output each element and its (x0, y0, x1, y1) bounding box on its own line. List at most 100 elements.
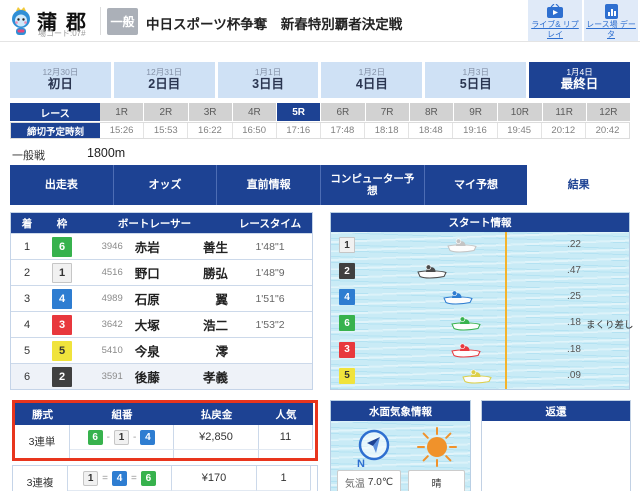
race-tab[interactable]: 6R (321, 103, 365, 121)
start-row: 2 .47 (331, 258, 629, 284)
lane-badge: 6 (339, 315, 355, 331)
tv-play-icon (546, 4, 564, 19)
lane-badge: 2 (339, 263, 355, 279)
deadline-time: 16:22 (188, 123, 232, 138)
boat-icon (442, 289, 474, 306)
race-data-label: レース場 データ (584, 20, 638, 39)
date-tab-date: 1月1日 (255, 67, 281, 77)
payout-amount: ¥170 (172, 466, 257, 490)
weather-condition: 晴 (432, 475, 442, 490)
temperature-value: 7.0℃ (368, 477, 393, 488)
start-row: 6 .18 まくり差し (331, 310, 629, 336)
tab-odds[interactable]: オッズ (113, 165, 217, 205)
combo-cell: 1 = 4 = 6 (68, 466, 172, 490)
sun-icon (415, 425, 459, 469)
racer-reg-no: 4989 (91, 293, 123, 304)
payout-highlighted-section: 勝式 組番 払戻金 人気 3連単 6 - 1 - 4 ¥2,850 11 (12, 400, 318, 461)
deadline-time: 15:26 (100, 123, 144, 138)
date-tab-day: 4日目 (356, 77, 388, 93)
lane-badge: 5 (52, 341, 72, 361)
col-header-rank: 着 (11, 213, 43, 233)
date-tab[interactable]: 1月1日 3日目 (218, 62, 319, 98)
date-tab-day: 5日目 (460, 77, 492, 93)
result-rank: 3 (11, 293, 43, 305)
race-tab[interactable]: 7R (366, 103, 410, 121)
lane-badge: 3 (339, 342, 355, 358)
refund-title: 返還 (482, 401, 630, 421)
deadline-time: 19:45 (498, 123, 542, 138)
race-tab[interactable]: 4R (233, 103, 277, 121)
race-tab[interactable]: 10R (498, 103, 542, 121)
venue-mascot-icon (8, 5, 34, 37)
payout-amount: ¥2,850 (174, 425, 259, 449)
st-time: .47 (556, 265, 592, 276)
venue-code: 場コード:07# (38, 28, 86, 39)
tab-computer-prediction[interactable]: コンピューター予想 (320, 165, 424, 205)
date-tab[interactable]: 12月31日 2日目 (114, 62, 215, 98)
race-tab-active[interactable]: 5R (277, 103, 321, 121)
tab-racecard[interactable]: 出走表 (10, 165, 113, 205)
temperature-box: 気温 7.0℃ (337, 470, 401, 491)
combo-badge: 6 (88, 430, 103, 445)
st-time: .22 (556, 239, 592, 250)
combo-separator: = (131, 473, 137, 484)
boat-icon (461, 368, 493, 385)
racer-reg-no: 3642 (91, 319, 123, 330)
tab-my-prediction[interactable]: マイ予想 (424, 165, 528, 205)
tab-results-active[interactable]: 結果 (527, 165, 630, 205)
race-tab[interactable]: 11R (543, 103, 587, 121)
race-title: 中日スポーツ杯争奪 新春特別覇者決定戦 (146, 13, 402, 33)
payout-col-bettype: 勝式 (15, 403, 70, 425)
race-tab[interactable]: 2R (144, 103, 188, 121)
race-tab[interactable]: 8R (410, 103, 454, 121)
start-info-body: 1 .22 2 .47 4 (331, 232, 629, 389)
header-divider (100, 7, 101, 35)
live-replay-button[interactable]: ライブ& リプレイ (528, 0, 582, 41)
result-rank: 5 (11, 345, 43, 357)
payout-section: 3連複 1 = 4 = 6 ¥170 1 (12, 465, 318, 491)
boat-icon (446, 237, 478, 254)
chart-doc-icon (604, 4, 619, 19)
date-tab[interactable]: 1月2日 4日目 (321, 62, 422, 98)
date-tab[interactable]: 12月30日 初日 (10, 62, 111, 98)
wind-compass-icon: N (353, 427, 393, 469)
race-tab[interactable]: 1R (100, 103, 144, 121)
race-data-button[interactable]: レース場 データ (584, 0, 638, 41)
combo-badge: 1 (83, 471, 98, 486)
lane-badge: 2 (52, 367, 72, 387)
st-time: .25 (556, 291, 592, 302)
tab-label: 直前情報 (247, 179, 291, 192)
race-time: 1'51"6 (228, 293, 312, 305)
empty-cell (259, 449, 313, 458)
race-selector-label: レース (10, 103, 100, 121)
date-tab-final-active[interactable]: 1月4日 最終日 (529, 62, 630, 98)
date-tab-date: 1月3日 (462, 67, 488, 77)
tab-pre-race-info[interactable]: 直前情報 (216, 165, 320, 205)
col-header-racer: ボートレーサー (81, 213, 228, 233)
date-tab[interactable]: 1月3日 5日目 (425, 62, 526, 98)
st-time: .09 (556, 370, 592, 381)
race-tab[interactable]: 12R (587, 103, 630, 121)
racer-reg-no: 3591 (91, 371, 123, 382)
lane-badge: 1 (339, 237, 355, 253)
race-tab[interactable]: 9R (454, 103, 498, 121)
start-info-title: スタート情報 (331, 213, 629, 232)
race-tab[interactable]: 3R (189, 103, 233, 121)
race-time: 1'48"9 (228, 267, 312, 279)
deadline-time: 18:18 (365, 123, 409, 138)
weather-panel: 水面気象情報 N 気温 7.0℃ (330, 400, 471, 491)
result-rank: 6 (11, 371, 43, 383)
date-tab-date: 12月30日 (42, 67, 78, 77)
payout-col-popularity: 人気 (259, 403, 313, 425)
tab-label: コンピューター予想 (330, 173, 414, 197)
start-row: 5 .09 (331, 363, 629, 389)
combo-badge: 1 (114, 430, 129, 445)
payout-table: 勝式 組番 払戻金 人気 3連単 6 - 1 - 4 ¥2,850 11 (12, 400, 318, 491)
grade-badge: 一般 (107, 8, 138, 35)
result-row: 6 2 3591 後藤孝義 (11, 363, 312, 389)
race-distance: 1800m (87, 146, 125, 160)
result-row: 4 3 3642 大塚浩二 1'53"2 (11, 311, 312, 337)
temperature-label: 気温 (345, 475, 365, 490)
deadline-time: 18:48 (409, 123, 453, 138)
date-tab-day: 2日目 (148, 77, 180, 93)
